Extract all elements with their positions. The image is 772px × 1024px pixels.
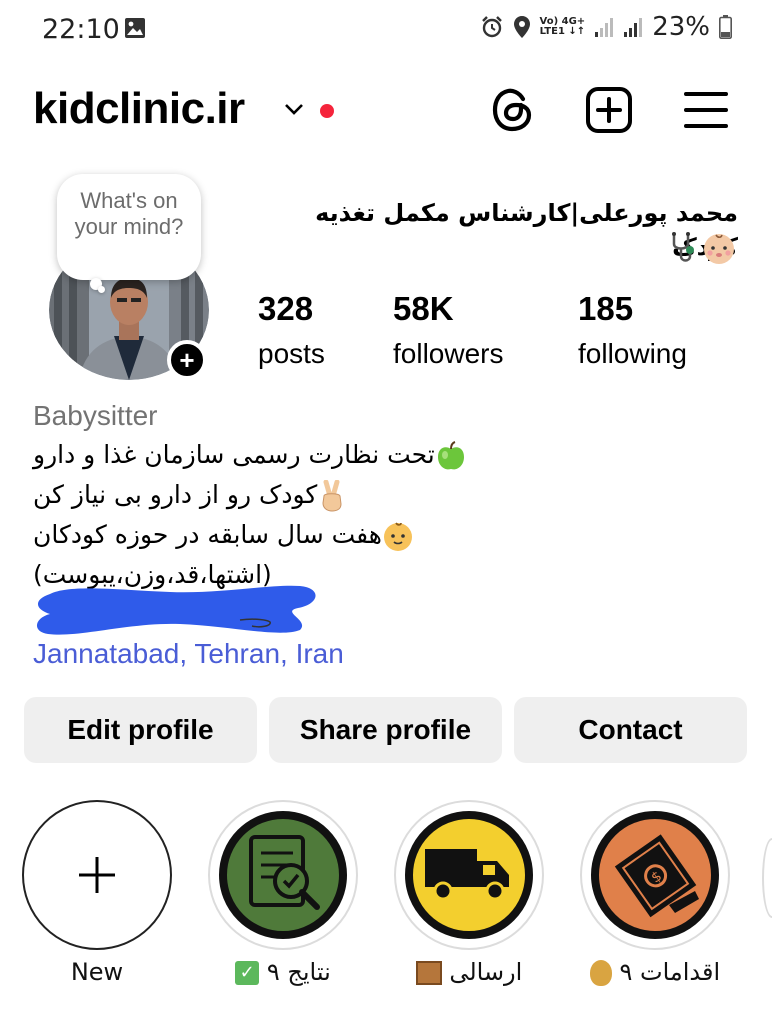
battery-percent: 23%: [652, 12, 710, 42]
battery-icon: [719, 15, 732, 39]
stat-posts[interactable]: 328 posts: [258, 290, 325, 370]
highlight-actions[interactable]: $: [580, 800, 730, 950]
followers-label: followers: [393, 338, 504, 369]
chevron-down-icon[interactable]: [284, 102, 304, 116]
status-icons: Vo) 4G+ LTE1 ↓↑ 23%: [480, 12, 732, 42]
money-icon: $: [614, 834, 699, 918]
following-count: 185: [578, 290, 634, 327]
highlight-text-actions: اقدامات ٩: [619, 958, 721, 986]
network-type: Vo) 4G+ LTE1 ↓↑: [540, 17, 586, 37]
highlight-cover-shipping[interactable]: [405, 811, 533, 939]
signal-icon-2: [624, 18, 643, 37]
following-label: following: [578, 338, 687, 369]
bio-line-1: تحت نظارت رسمی سازمان غذا و دارو: [33, 440, 467, 472]
notification-dot: [320, 104, 334, 118]
location-icon: [513, 16, 530, 38]
share-profile-button[interactable]: Share profile: [269, 697, 502, 763]
add-story-button[interactable]: +: [167, 340, 207, 380]
signal-icon-1: [595, 18, 614, 37]
highlight-cover-results[interactable]: [219, 811, 347, 939]
highlight-label-new: New: [70, 958, 124, 986]
plus-icon: +: [179, 345, 195, 375]
highlight-results[interactable]: [208, 800, 358, 950]
green-apple-icon: [437, 441, 464, 470]
username-switcher[interactable]: kidclinic.ir: [33, 84, 245, 134]
threads-icon[interactable]: [490, 86, 536, 134]
note-bubble-tail-small: [98, 286, 105, 293]
truck-icon: [425, 849, 509, 901]
stethoscope-icon: [672, 232, 694, 262]
victory-hand-icon: [322, 480, 342, 512]
plus-icon: [79, 857, 115, 893]
bio-text-3: هفت سال سابقه در حوزه کودکان: [33, 520, 382, 549]
package-icon: [415, 961, 442, 985]
money-bag-icon: [589, 960, 612, 986]
location-link[interactable]: Jannatabad, Tehran, Iran: [33, 638, 344, 670]
edit-profile-button[interactable]: Edit profile: [24, 697, 257, 763]
note-bubble[interactable]: What's on your mind?: [57, 174, 201, 280]
profile-header: kidclinic.ir: [0, 72, 772, 152]
create-icon[interactable]: [585, 86, 633, 134]
bio-text-2: کودک رو از دارو بی نیاز کن: [33, 480, 318, 509]
document-check-icon: [249, 835, 320, 910]
highlight-text-results: نتایج ٩: [266, 958, 331, 986]
name-emojis: [666, 232, 736, 266]
stat-followers[interactable]: 58K followers: [393, 290, 503, 370]
baby-icon: [704, 234, 734, 264]
stat-following[interactable]: 185 following: [578, 290, 687, 370]
highlight-text-shipping: ارسالی: [449, 958, 523, 986]
highlight-cover-actions[interactable]: $: [591, 811, 719, 939]
followers-count: 58K: [393, 290, 454, 327]
category-label: Babysitter: [33, 400, 158, 431]
menu-icon[interactable]: [683, 86, 729, 134]
posts-label: posts: [258, 338, 325, 369]
gallery-icon: [125, 18, 145, 38]
highlight-more-partial[interactable]: [762, 838, 772, 918]
status-bar: 22:10 Vo) 4G+ LTE1 ↓↑ 23%: [0, 0, 772, 60]
new-highlight-circle[interactable]: [22, 800, 172, 950]
posts-count: 328: [258, 290, 314, 327]
highlight-label-results: ✓ نتایج ٩: [198, 958, 368, 986]
highlight-label-actions: اقدامات ٩: [570, 958, 740, 986]
bio-text-1: تحت نظارت رسمی سازمان غذا و دارو: [33, 440, 435, 469]
bio-line-3: هفت سال سابقه در حوزه کودکان: [33, 520, 414, 552]
highlight-shipping[interactable]: [394, 800, 544, 950]
redaction-scribble: [36, 585, 316, 635]
highlight-label-shipping: ارسالی: [384, 958, 554, 986]
network-bottom-label: LTE1 ↓↑: [539, 26, 586, 37]
highlight-new[interactable]: [22, 800, 172, 950]
alarm-icon: [481, 16, 502, 38]
bio-line-2: کودک رو از دارو بی نیاز کن: [33, 480, 347, 512]
baby-face-icon: [384, 522, 412, 551]
note-prompt: What's on your mind?: [74, 188, 184, 239]
clock: 22:10: [42, 14, 120, 45]
checkmark-icon: ✓: [235, 961, 260, 985]
contact-button[interactable]: Contact: [514, 697, 747, 763]
